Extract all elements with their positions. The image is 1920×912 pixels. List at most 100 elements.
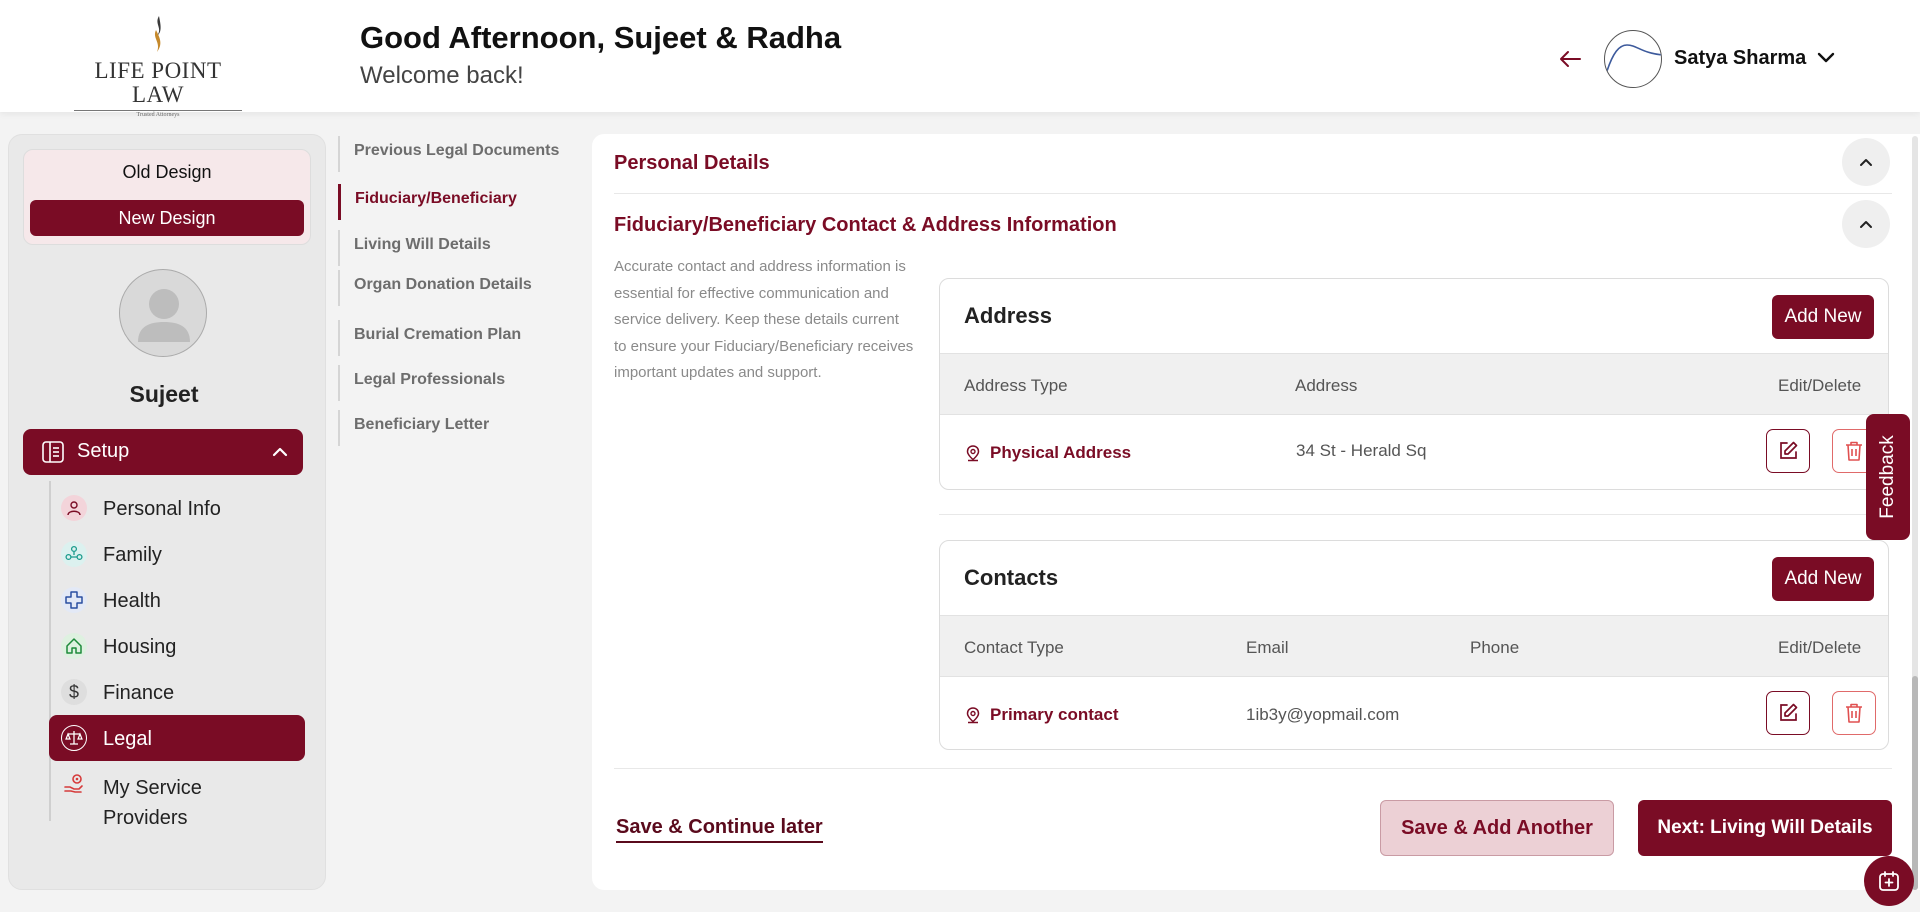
location-pin-icon: [966, 445, 980, 462]
chevron-up-icon: [1860, 221, 1872, 228]
edit-icon: [1780, 703, 1798, 721]
subnav-living-will-details[interactable]: Living Will Details: [338, 230, 578, 266]
subnav-fiduciary-beneficiary[interactable]: Fiduciary/Beneficiary: [338, 184, 578, 220]
column-header: Address Type: [964, 376, 1068, 395]
new-design-option[interactable]: New Design: [30, 200, 304, 236]
card-divider: [939, 514, 1889, 515]
column-header: Contact Type: [964, 638, 1064, 657]
address-table-header: Address Type Address Edit/Delete: [940, 353, 1888, 415]
house-icon: [61, 633, 87, 659]
sidebar-item-finance[interactable]: $ Finance: [49, 669, 305, 715]
left-sidebar: Old Design New Design Sujeet Setup Perso…: [8, 134, 326, 890]
sidebar-item-legal[interactable]: Legal: [49, 715, 305, 761]
greeting-title: Good Afternoon, Sujeet & Radha: [360, 20, 842, 55]
save-continue-later-link[interactable]: Save & Continue later: [616, 816, 823, 843]
main-panel: Personal Details Fiduciary/Beneficiary C…: [592, 134, 1920, 890]
save-add-another-button[interactable]: Save & Add Another: [1380, 800, 1614, 856]
dollar-icon: $: [61, 679, 87, 705]
scales-icon: [61, 725, 87, 751]
contact-type-cell: Primary contact: [964, 705, 1119, 725]
collapse-personal-details-button[interactable]: [1842, 138, 1890, 186]
add-contact-button[interactable]: Add New: [1772, 557, 1874, 601]
contacts-table-header: Contact Type Email Phone Edit/Delete: [940, 615, 1888, 677]
personal-details-title[interactable]: Personal Details: [614, 152, 770, 175]
top-header: LIFE POINT LAW Trusted Attorneys Good Af…: [0, 0, 1920, 118]
subnav-beneficiary-letter[interactable]: Beneficiary Letter: [338, 410, 578, 446]
edit-contact-button[interactable]: [1766, 691, 1810, 735]
trash-icon: [1846, 703, 1862, 723]
address-card: Address Add New Address Type Address Edi…: [939, 278, 1889, 490]
section-description: Accurate contact and address information…: [614, 258, 914, 381]
old-design-option[interactable]: Old Design: [24, 162, 310, 183]
calendar-plus-icon: [1879, 871, 1899, 891]
address-type-label: Physical Address: [990, 443, 1132, 462]
setup-label: Setup: [77, 440, 130, 462]
sidebar-item-health[interactable]: Health: [49, 577, 305, 623]
subnav-previous-legal-documents[interactable]: Previous Legal Documents: [338, 136, 578, 172]
edit-icon: [1780, 441, 1798, 459]
chevron-up-icon: [272, 447, 288, 457]
add-address-button[interactable]: Add New: [1772, 295, 1874, 339]
person-silhouette-icon: [138, 289, 190, 342]
next-living-will-button[interactable]: Next: Living Will Details: [1638, 800, 1892, 856]
avatar-sketch-icon: [1606, 44, 1661, 72]
address-type-cell: Physical Address: [964, 443, 1131, 463]
contacts-card: Contacts Add New Contact Type Email Phon…: [939, 540, 1889, 750]
user-avatar[interactable]: [1604, 30, 1662, 88]
sidebar-item-label: Housing: [103, 636, 177, 658]
brand-logo[interactable]: LIFE POINT LAW Trusted Attorneys: [72, 16, 244, 118]
delete-contact-button[interactable]: [1832, 691, 1876, 735]
calendar-add-button[interactable]: [1864, 856, 1914, 906]
profile-name: Sujeet: [129, 381, 199, 407]
scrollbar-thumb[interactable]: [1912, 676, 1918, 890]
welcome-text: Welcome back!: [360, 62, 524, 89]
feedback-label: Feedback: [1877, 435, 1898, 519]
edit-address-button[interactable]: [1766, 429, 1810, 473]
user-name[interactable]: Satya Sharma: [1674, 47, 1806, 70]
column-header: Email: [1246, 638, 1289, 657]
sidebar-item-service-providers[interactable]: My Service Providers: [49, 761, 305, 829]
contacts-card-title: Contacts: [964, 565, 1059, 590]
page-scrollbar[interactable]: [1912, 136, 1918, 890]
collapse-fiduciary-button[interactable]: [1842, 200, 1890, 248]
subnav-organ-donation-details[interactable]: Organ Donation Details: [338, 270, 578, 306]
footer-divider: [614, 768, 1892, 769]
sidebar-item-family[interactable]: Family: [49, 531, 305, 577]
hand-gear-icon: [61, 771, 87, 797]
chevron-up-icon: [1860, 159, 1872, 166]
column-header: Edit/Delete: [1778, 638, 1862, 657]
sidebar-item-label: Finance: [103, 682, 175, 704]
fiduciary-section-title[interactable]: Fiduciary/Beneficiary Contact & Address …: [614, 214, 1117, 237]
chevron-down-icon[interactable]: [1816, 48, 1836, 68]
column-header: Phone: [1470, 638, 1520, 657]
sidebar-item-housing[interactable]: Housing: [49, 623, 305, 669]
address-card-title: Address: [964, 303, 1053, 328]
subnav-burial-cremation-plan[interactable]: Burial Cremation Plan: [338, 320, 578, 356]
person-icon: [61, 495, 87, 521]
profile-avatar[interactable]: [119, 269, 207, 357]
table-row: Physical Address 34 St - Herald Sq: [940, 415, 1888, 489]
trash-icon: [1846, 441, 1862, 461]
location-pin-icon: [966, 707, 980, 724]
design-toggle: Old Design New Design: [23, 149, 311, 245]
logo-flame-icon: [154, 16, 161, 52]
subnav-legal-professionals[interactable]: Legal Professionals: [338, 365, 578, 401]
sidebar-item-personal-info[interactable]: Personal Info: [49, 485, 305, 531]
family-icon: [61, 541, 87, 567]
address-value: 34 St - Herald Sq: [1296, 441, 1427, 460]
setup-document-icon: [42, 441, 64, 463]
feedback-tab[interactable]: Feedback: [1866, 414, 1910, 540]
column-header: Address: [1295, 376, 1358, 395]
contact-type-label: Primary contact: [990, 705, 1119, 724]
sidebar-item-label: Legal: [103, 728, 152, 750]
sidebar-item-label: Health: [103, 590, 161, 612]
sidebar-item-label: Family: [103, 544, 162, 566]
column-header: Edit/Delete: [1778, 376, 1862, 395]
section-divider: [614, 193, 1892, 194]
health-cross-icon: [61, 587, 87, 613]
table-row: Primary contact 1ib3y@yopmail.com: [940, 677, 1888, 749]
legal-subnav: Previous Legal Documents Fiduciary/Benef…: [338, 136, 578, 456]
back-arrow-icon[interactable]: [1556, 44, 1584, 74]
setup-menu[interactable]: Setup: [23, 429, 303, 475]
sidebar-item-label: My Service Providers: [103, 777, 202, 829]
